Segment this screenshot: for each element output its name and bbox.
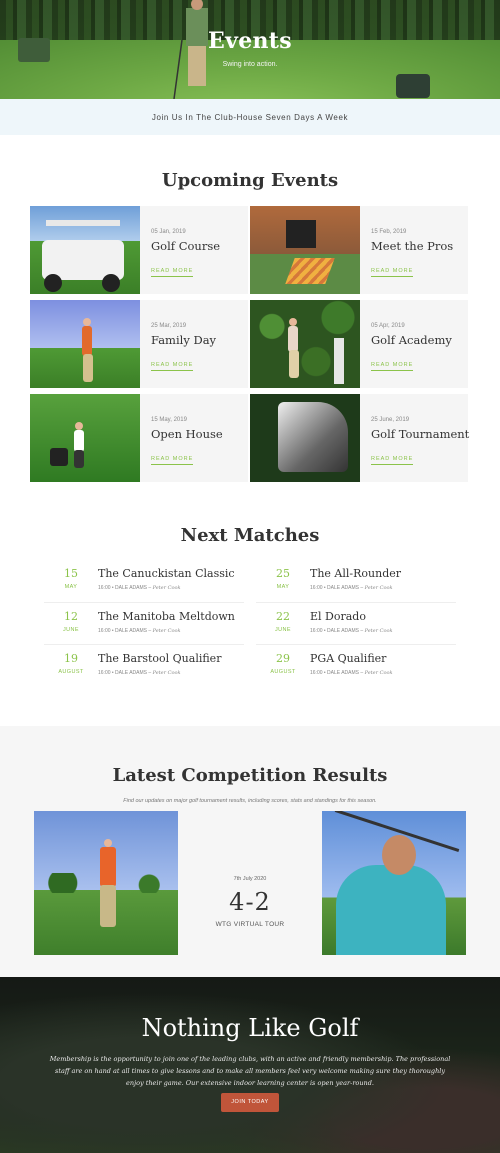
event-date: 15 Feb, 2019: [371, 229, 407, 235]
match-month: MAY: [64, 584, 78, 590]
event-card[interactable]: 25 Mar, 2019 Family Day READ MORE: [30, 300, 248, 388]
event-image[interactable]: [250, 394, 360, 482]
match-meta: 16:00 • DALE ADAMS – Peter Cook: [98, 627, 181, 634]
event-date: 15 May, 2019: [151, 417, 187, 423]
next-matches-section: Next Matches 15 MAY The Canuckistan Class…: [0, 482, 500, 688]
event-date: 05 Jan, 2019: [151, 229, 186, 235]
match-month: JUNE: [63, 626, 79, 633]
events-grid: 05 Jan, 2019 Golf Course READ MORE 15 Fe…: [30, 206, 469, 482]
upcoming-events-section: Upcoming Events 05 Jan, 2019 Golf Course…: [0, 135, 500, 482]
event-image[interactable]: [250, 300, 360, 388]
match-day: 12: [64, 609, 78, 623]
event-image[interactable]: [30, 206, 140, 294]
match-title[interactable]: The Manitoba Meltdown: [98, 610, 235, 623]
match-month: AUGUST: [58, 669, 84, 675]
match-day: 19: [64, 652, 78, 665]
event-date: 25 June, 2019: [371, 417, 410, 423]
event-card[interactable]: 25 June, 2019 Golf Tournament READ MORE: [250, 394, 469, 482]
upcoming-events-title: Upcoming Events: [161, 170, 339, 191]
event-image[interactable]: [30, 300, 140, 388]
read-more-link[interactable]: READ MORE: [151, 362, 194, 371]
match-title[interactable]: The Barstool Qualifier: [98, 652, 221, 665]
match-meta: 16:00 • DALE ADAMS – Peter Cook: [310, 627, 393, 634]
event-name[interactable]: Meet the Pros: [371, 239, 453, 253]
competition-results-section: Latest Competition Results Find our upda…: [0, 725, 500, 977]
match-item[interactable]: 12 JUNE The Manitoba Meltdown 16:00 • DAL…: [44, 603, 244, 645]
join-today-button[interactable]: JOIN TODAY: [221, 1092, 279, 1112]
event-date: 05 Apr, 2019: [371, 323, 405, 329]
event-name[interactable]: Golf Course: [151, 239, 220, 253]
event-image[interactable]: [30, 394, 140, 482]
next-matches-title: Next Matches: [180, 525, 320, 546]
event-name[interactable]: Family Day: [151, 333, 216, 347]
match-day: 15: [64, 567, 78, 580]
match-item[interactable]: 19 AUGUST The Barstool Qualifier 16:00 • …: [44, 645, 244, 688]
results-left-image: [34, 810, 178, 955]
match-day: 22: [276, 609, 290, 623]
match-item[interactable]: 15 MAY The Canuckistan Classic 16:00 • DA…: [44, 560, 244, 603]
read-more-link[interactable]: READ MORE: [151, 456, 194, 465]
match-meta: 16:00 • DALE ADAMS – Peter Cook: [98, 670, 181, 676]
match-day: 25: [276, 567, 290, 580]
event-date: 25 Mar, 2019: [151, 323, 187, 329]
read-more-link[interactable]: READ MORE: [151, 268, 194, 277]
cta-text: Membership is the opportunity to join on…: [49, 1054, 451, 1087]
match-meta: 16:00 • DALE ADAMS – Peter Cook: [310, 585, 393, 591]
event-name[interactable]: Golf Tournament: [371, 427, 469, 441]
match-month: JUNE: [275, 626, 291, 633]
result-tour: WTG VIRTUAL TOUR: [215, 920, 285, 928]
match-item[interactable]: 25 MAY The All-Rounder 16:00 • DALE ADAMS…: [256, 560, 456, 603]
cta-title: Nothing Like Golf: [141, 1013, 359, 1042]
results-title: Latest Competition Results: [112, 764, 388, 786]
match-item[interactable]: 22 JUNE El Dorado 16:00 • DALE ADAMS – Pe…: [256, 603, 456, 645]
hero-banner: Events Swing into action.: [0, 0, 500, 99]
read-more-link[interactable]: READ MORE: [371, 456, 414, 465]
results-note: Find our updates on major golf tournamen…: [123, 797, 377, 804]
match-list: 15 MAY The Canuckistan Classic 16:00 • DA…: [44, 560, 456, 688]
event-card[interactable]: 05 Apr, 2019 Golf Academy READ MORE: [250, 300, 468, 388]
results-summary: 7th July 2020 4-2 WTG VIRTUAL TOUR: [178, 876, 322, 928]
match-month: MAY: [276, 584, 290, 590]
results-right-image: [322, 810, 466, 955]
match-item[interactable]: 29 AUGUST PGA Qualifier 16:00 • DALE ADAM…: [256, 645, 456, 688]
page-title: Events: [208, 28, 292, 54]
nothing-like-golf-section: Nothing Like Golf Membership is the oppo…: [0, 976, 500, 1153]
result-date: 7th July 2020: [233, 875, 267, 882]
clubhouse-banner: Join Us In The Club-House Seven Days A W…: [0, 99, 500, 135]
event-name[interactable]: Golf Academy: [371, 333, 452, 347]
result-score: 4-2: [229, 887, 271, 916]
match-title[interactable]: El Dorado: [310, 610, 393, 623]
event-name[interactable]: Open House: [151, 427, 223, 441]
event-card[interactable]: 15 May, 2019 Open House READ MORE: [30, 394, 248, 482]
read-more-link[interactable]: READ MORE: [371, 362, 414, 371]
hero-golf-bag-image: [396, 74, 430, 98]
match-title[interactable]: PGA Qualifier: [310, 652, 393, 665]
match-meta: 16:00 • DALE ADAMS – Peter Cook: [98, 585, 181, 591]
event-card[interactable]: 05 Jan, 2019 Golf Course READ MORE: [30, 206, 248, 294]
match-day: 29: [276, 652, 290, 665]
match-meta: 16:00 • DALE ADAMS – Peter Cook: [310, 670, 393, 676]
event-card[interactable]: 15 Feb, 2019 Meet the Pros READ MORE: [250, 206, 468, 294]
read-more-link[interactable]: READ MORE: [371, 268, 414, 277]
match-title[interactable]: The All-Rounder: [310, 567, 401, 580]
match-title[interactable]: The Canuckistan Classic: [98, 567, 235, 580]
hero-subtitle: Swing into action.: [222, 61, 278, 68]
match-month: AUGUST: [270, 669, 296, 675]
event-image[interactable]: [250, 206, 360, 294]
